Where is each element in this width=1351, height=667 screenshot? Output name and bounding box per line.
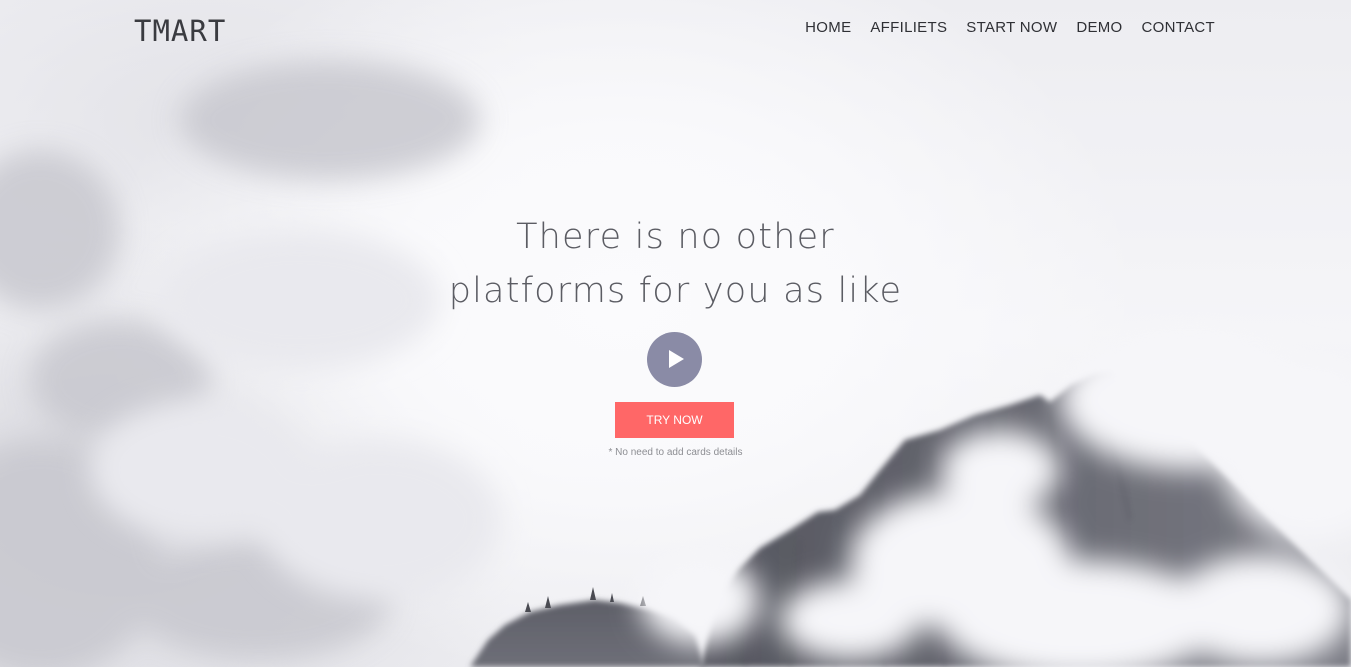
main-nav: HOME AFFILIETS START NOW DEMO CONTACT [805,19,1215,36]
nav-item-affiliets[interactable]: AFFILIETS [870,19,947,36]
nav-item-contact[interactable]: CONTACT [1142,19,1215,36]
nav-item-demo[interactable]: DEMO [1076,19,1122,36]
play-icon [669,350,684,368]
hero-headline-line-1: There is no other [516,217,835,257]
no-card-note: * No need to add cards details [608,447,743,458]
nav-item-home[interactable]: HOME [805,19,851,36]
hero-headline: There is no other platforms for you as l… [0,210,1351,318]
brand-logo[interactable]: TMART [134,14,226,48]
nav-item-start-now[interactable]: START NOW [966,19,1057,36]
try-now-button[interactable]: TRY NOW [615,402,734,438]
hero-section: TMART HOME AFFILIETS START NOW DEMO CONT… [0,0,1351,667]
play-video-button[interactable] [647,332,702,387]
hero-headline-line-2: platforms for you as like [448,271,903,311]
